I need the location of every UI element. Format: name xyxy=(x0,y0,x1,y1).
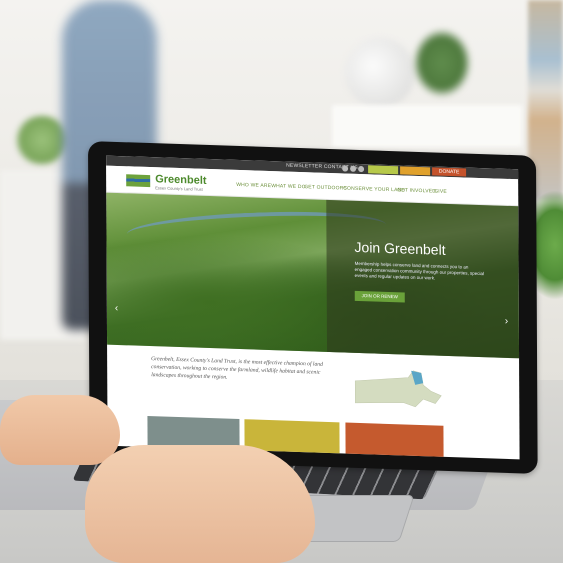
laptop: NEWSLETTER CONTACT US DONATE Greenbelt E… xyxy=(88,141,538,486)
hero-title: Join Greenbelt xyxy=(354,238,446,258)
logo-tagline: Essex County's Land Trust xyxy=(155,185,203,192)
twitter-icon[interactable] xyxy=(350,165,357,172)
massachusetts-map xyxy=(354,370,442,408)
nav-give[interactable]: GIVE xyxy=(434,188,447,194)
nav-what-we-do[interactable]: WHAT WE DO xyxy=(271,183,306,190)
photo-scene: NEWSLETTER CONTACT US DONATE Greenbelt E… xyxy=(0,0,563,563)
laptop-screen: NEWSLETTER CONTACT US DONATE Greenbelt E… xyxy=(106,155,520,460)
top-button-1[interactable] xyxy=(368,165,399,175)
plant-right xyxy=(412,28,472,98)
laptop-bezel: NEWSLETTER CONTACT US DONATE Greenbelt E… xyxy=(88,141,538,474)
nav-get-outdoors[interactable]: GET OUTDOORS xyxy=(304,184,347,191)
nav-get-involved[interactable]: GET INVOLVED xyxy=(397,187,436,194)
carousel-prev-icon[interactable]: ‹ xyxy=(115,303,118,314)
intro-text: Greenbelt, Essex County's Land Trust, is… xyxy=(151,356,323,381)
top-button-2[interactable] xyxy=(400,166,431,176)
facebook-icon[interactable] xyxy=(342,165,349,172)
feature-card-3[interactable] xyxy=(345,422,444,460)
donate-button[interactable]: DONATE xyxy=(432,167,467,177)
instagram-icon[interactable] xyxy=(358,165,365,173)
join-or-renew-button[interactable]: JOIN OR RENEW xyxy=(354,290,405,303)
carousel-next-icon[interactable]: › xyxy=(505,316,508,327)
greenbelt-logo-icon[interactable] xyxy=(126,174,151,188)
left-hand xyxy=(0,395,120,465)
hero-aerial-image: Join Greenbelt Membership helps conserve… xyxy=(106,192,520,359)
shelf xyxy=(332,105,522,147)
right-hand xyxy=(85,445,315,563)
globe xyxy=(345,38,415,108)
nav-who-we-are[interactable]: WHO WE ARE xyxy=(236,182,271,189)
nav-conserve-your-land[interactable]: CONSERVE YOUR LAND xyxy=(343,185,405,193)
